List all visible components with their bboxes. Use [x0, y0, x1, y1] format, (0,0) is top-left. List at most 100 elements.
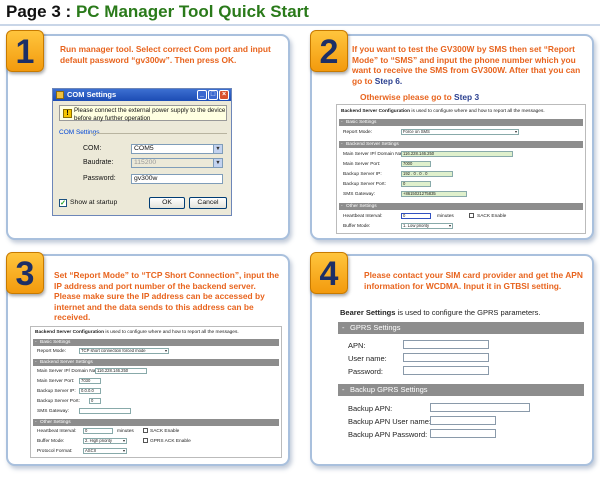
step-2-text-b: Otherwise please go to	[360, 92, 455, 102]
power-notice-text: Please connect the external power supply…	[74, 107, 226, 122]
heartbeat-label: Heartbeat Interval:	[37, 429, 77, 434]
backup-server-ip-label: Backup Server IP:	[37, 389, 76, 394]
group-divider	[91, 133, 227, 134]
dialog-titlebar[interactable]: COM Settings _ □ ×	[53, 89, 231, 101]
chevron-down-icon[interactable]: ▼	[213, 145, 222, 153]
close-icon[interactable]: ×	[219, 90, 229, 100]
backup-apn-user-input[interactable]	[430, 416, 496, 425]
backend-config-panel-tcp: Backend Server Configuration is used to …	[30, 326, 282, 458]
report-mode-label: Report Mode:	[37, 349, 67, 354]
sms-gateway-label: SMS Gateway:	[343, 192, 375, 197]
apn-label: APN:	[348, 341, 366, 350]
report-mode-select[interactable]: TCP short connection forced mode	[79, 348, 169, 354]
backend-settings-section[interactable]: Backend Server Settings	[339, 141, 583, 148]
main-server-ip-label: Main Server IP/ Domain Name:	[37, 369, 104, 374]
com-port-value: COM5	[134, 145, 154, 152]
step-3-link[interactable]: Step 3	[454, 92, 479, 102]
minimize-icon[interactable]: _	[197, 90, 207, 100]
backend-settings-section[interactable]: Backend Server Settings	[33, 359, 279, 366]
show-at-startup-label: Show at startup	[70, 199, 118, 206]
user-name-input[interactable]	[403, 353, 489, 362]
cancel-button[interactable]: Cancel	[189, 197, 227, 209]
buffer-mode-label: Buffer Mode:	[343, 224, 371, 229]
basic-settings-section[interactable]: Basic Settings	[33, 339, 279, 346]
com-port-select[interactable]: COM5 ▼	[131, 144, 223, 154]
backup-server-ip-input[interactable]: 192 . 0 . 0 . 0	[401, 171, 453, 177]
heartbeat-label: Heartbeat Interval:	[343, 214, 383, 219]
report-mode-select[interactable]: Force on SMS	[401, 129, 519, 135]
other-settings-section[interactable]: Other Settings	[33, 419, 279, 426]
gprs-settings-section[interactable]: GPRS Settings	[338, 322, 584, 334]
backend-config-panel-sms: Backend Server Configuration is used to …	[336, 104, 586, 234]
backup-apn-input[interactable]	[430, 403, 530, 412]
protocol-format-select[interactable]: ASCII	[83, 448, 127, 454]
password-label: Password:	[83, 175, 116, 182]
step-2-otherwise: Otherwise please go to Step 3	[360, 92, 580, 103]
maximize-icon[interactable]: □	[208, 90, 218, 100]
backup-apn-password-label: Backup APN Password:	[348, 430, 428, 439]
sms-gateway-input[interactable]: +8615021275835	[401, 191, 467, 197]
panel-header: Backend Server Configuration is used to …	[35, 330, 239, 335]
baudrate-value: 115200	[134, 159, 157, 166]
password-input[interactable]	[403, 366, 489, 375]
step-3-instructions: Set “Report Mode” to “TCP Short Connecti…	[54, 270, 280, 322]
protocol-format-label: Protocol Format:	[37, 449, 73, 454]
sms-gateway-label: SMS Gateway:	[37, 409, 69, 414]
step-4-instructions: Please contact your SIM card provider an…	[364, 270, 583, 291]
baudrate-select[interactable]: 115200 ▼	[131, 158, 223, 168]
report-mode-label: Report Mode:	[343, 130, 373, 135]
heartbeat-input[interactable]: 0	[401, 213, 431, 219]
buffer-mode-select[interactable]: 1. Low priority	[401, 223, 453, 229]
sack-enable-label: SACK Enable	[150, 429, 180, 434]
buffer-mode-select[interactable]: 2. High priority	[83, 438, 127, 444]
other-settings-section[interactable]: Other Settings	[339, 203, 583, 210]
backup-server-port-input[interactable]: 0	[89, 398, 101, 404]
warning-icon: !	[63, 109, 72, 118]
step-2-badge: 2	[310, 30, 348, 72]
step-1-instructions: Run manager tool. Select correct Com por…	[60, 44, 271, 65]
main-server-ip-input[interactable]: 116.228.146.250	[401, 151, 513, 157]
backup-apn-password-input[interactable]	[430, 429, 496, 438]
show-at-startup-checkbox[interactable]: ✓	[59, 199, 67, 207]
sack-enable-label: SACK Enable	[477, 214, 507, 219]
main-server-port-input[interactable]: 7030	[79, 378, 101, 384]
step-1-badge: 1	[6, 30, 44, 72]
gprs-ack-label: GPRS ACK Enable	[150, 439, 191, 444]
app-icon	[56, 91, 64, 99]
heartbeat-input[interactable]: 0	[83, 428, 113, 434]
password-label: Password:	[348, 367, 384, 376]
main-server-port-input[interactable]: 7000	[401, 161, 431, 167]
step-2-instructions: If you want to test the GV300W by SMS th…	[352, 44, 586, 86]
gprs-ack-checkbox[interactable]	[143, 438, 148, 443]
com-settings-dialog: COM Settings _ □ × ! Please connect the …	[52, 88, 232, 216]
minutes-label: minutes	[437, 214, 454, 219]
dialog-title: COM Settings	[67, 90, 117, 99]
baudrate-label: Baudrate:	[83, 159, 114, 166]
backup-server-ip-input[interactable]: 0.0.0.0	[79, 388, 101, 394]
buffer-mode-label: Buffer Mode:	[37, 439, 65, 444]
step-4-badge: 4	[310, 252, 348, 294]
backup-apn-label: Backup APN:	[348, 404, 393, 413]
sack-enable-checkbox[interactable]	[143, 428, 148, 433]
backup-apn-user-label: Backup APN User name:	[348, 417, 431, 426]
password-input[interactable]: gv300w	[131, 174, 223, 184]
password-value: gv300w	[134, 175, 158, 182]
sms-gateway-input[interactable]	[79, 408, 131, 414]
main-server-port-label: Main Server Port:	[343, 162, 381, 167]
page-title: Page 3 : PC Manager Tool Quick Start	[6, 2, 309, 22]
apn-input[interactable]	[403, 340, 489, 349]
backup-server-port-input[interactable]: 0	[401, 181, 431, 187]
com-label: COM:	[83, 145, 102, 152]
main-server-ip-input[interactable]: 116.228.146.250	[95, 368, 147, 374]
main-server-ip-label: Main Server IP/ Domain Name:	[343, 152, 410, 157]
basic-settings-section[interactable]: Basic Settings	[339, 119, 583, 126]
chevron-down-icon[interactable]: ▼	[213, 159, 222, 167]
ok-button[interactable]: OK	[149, 197, 185, 209]
backup-gprs-settings-section[interactable]: Backup GPRS Settings	[338, 384, 584, 396]
minutes-label: minutes	[117, 429, 134, 434]
title-divider	[0, 24, 600, 26]
step-6-link[interactable]: Step 6.	[375, 76, 402, 86]
bearer-settings-header: Bearer Settings is used to configure the…	[340, 308, 541, 317]
sack-enable-checkbox[interactable]	[469, 213, 474, 218]
panel-header: Backend Server Configuration is used to …	[341, 109, 545, 114]
